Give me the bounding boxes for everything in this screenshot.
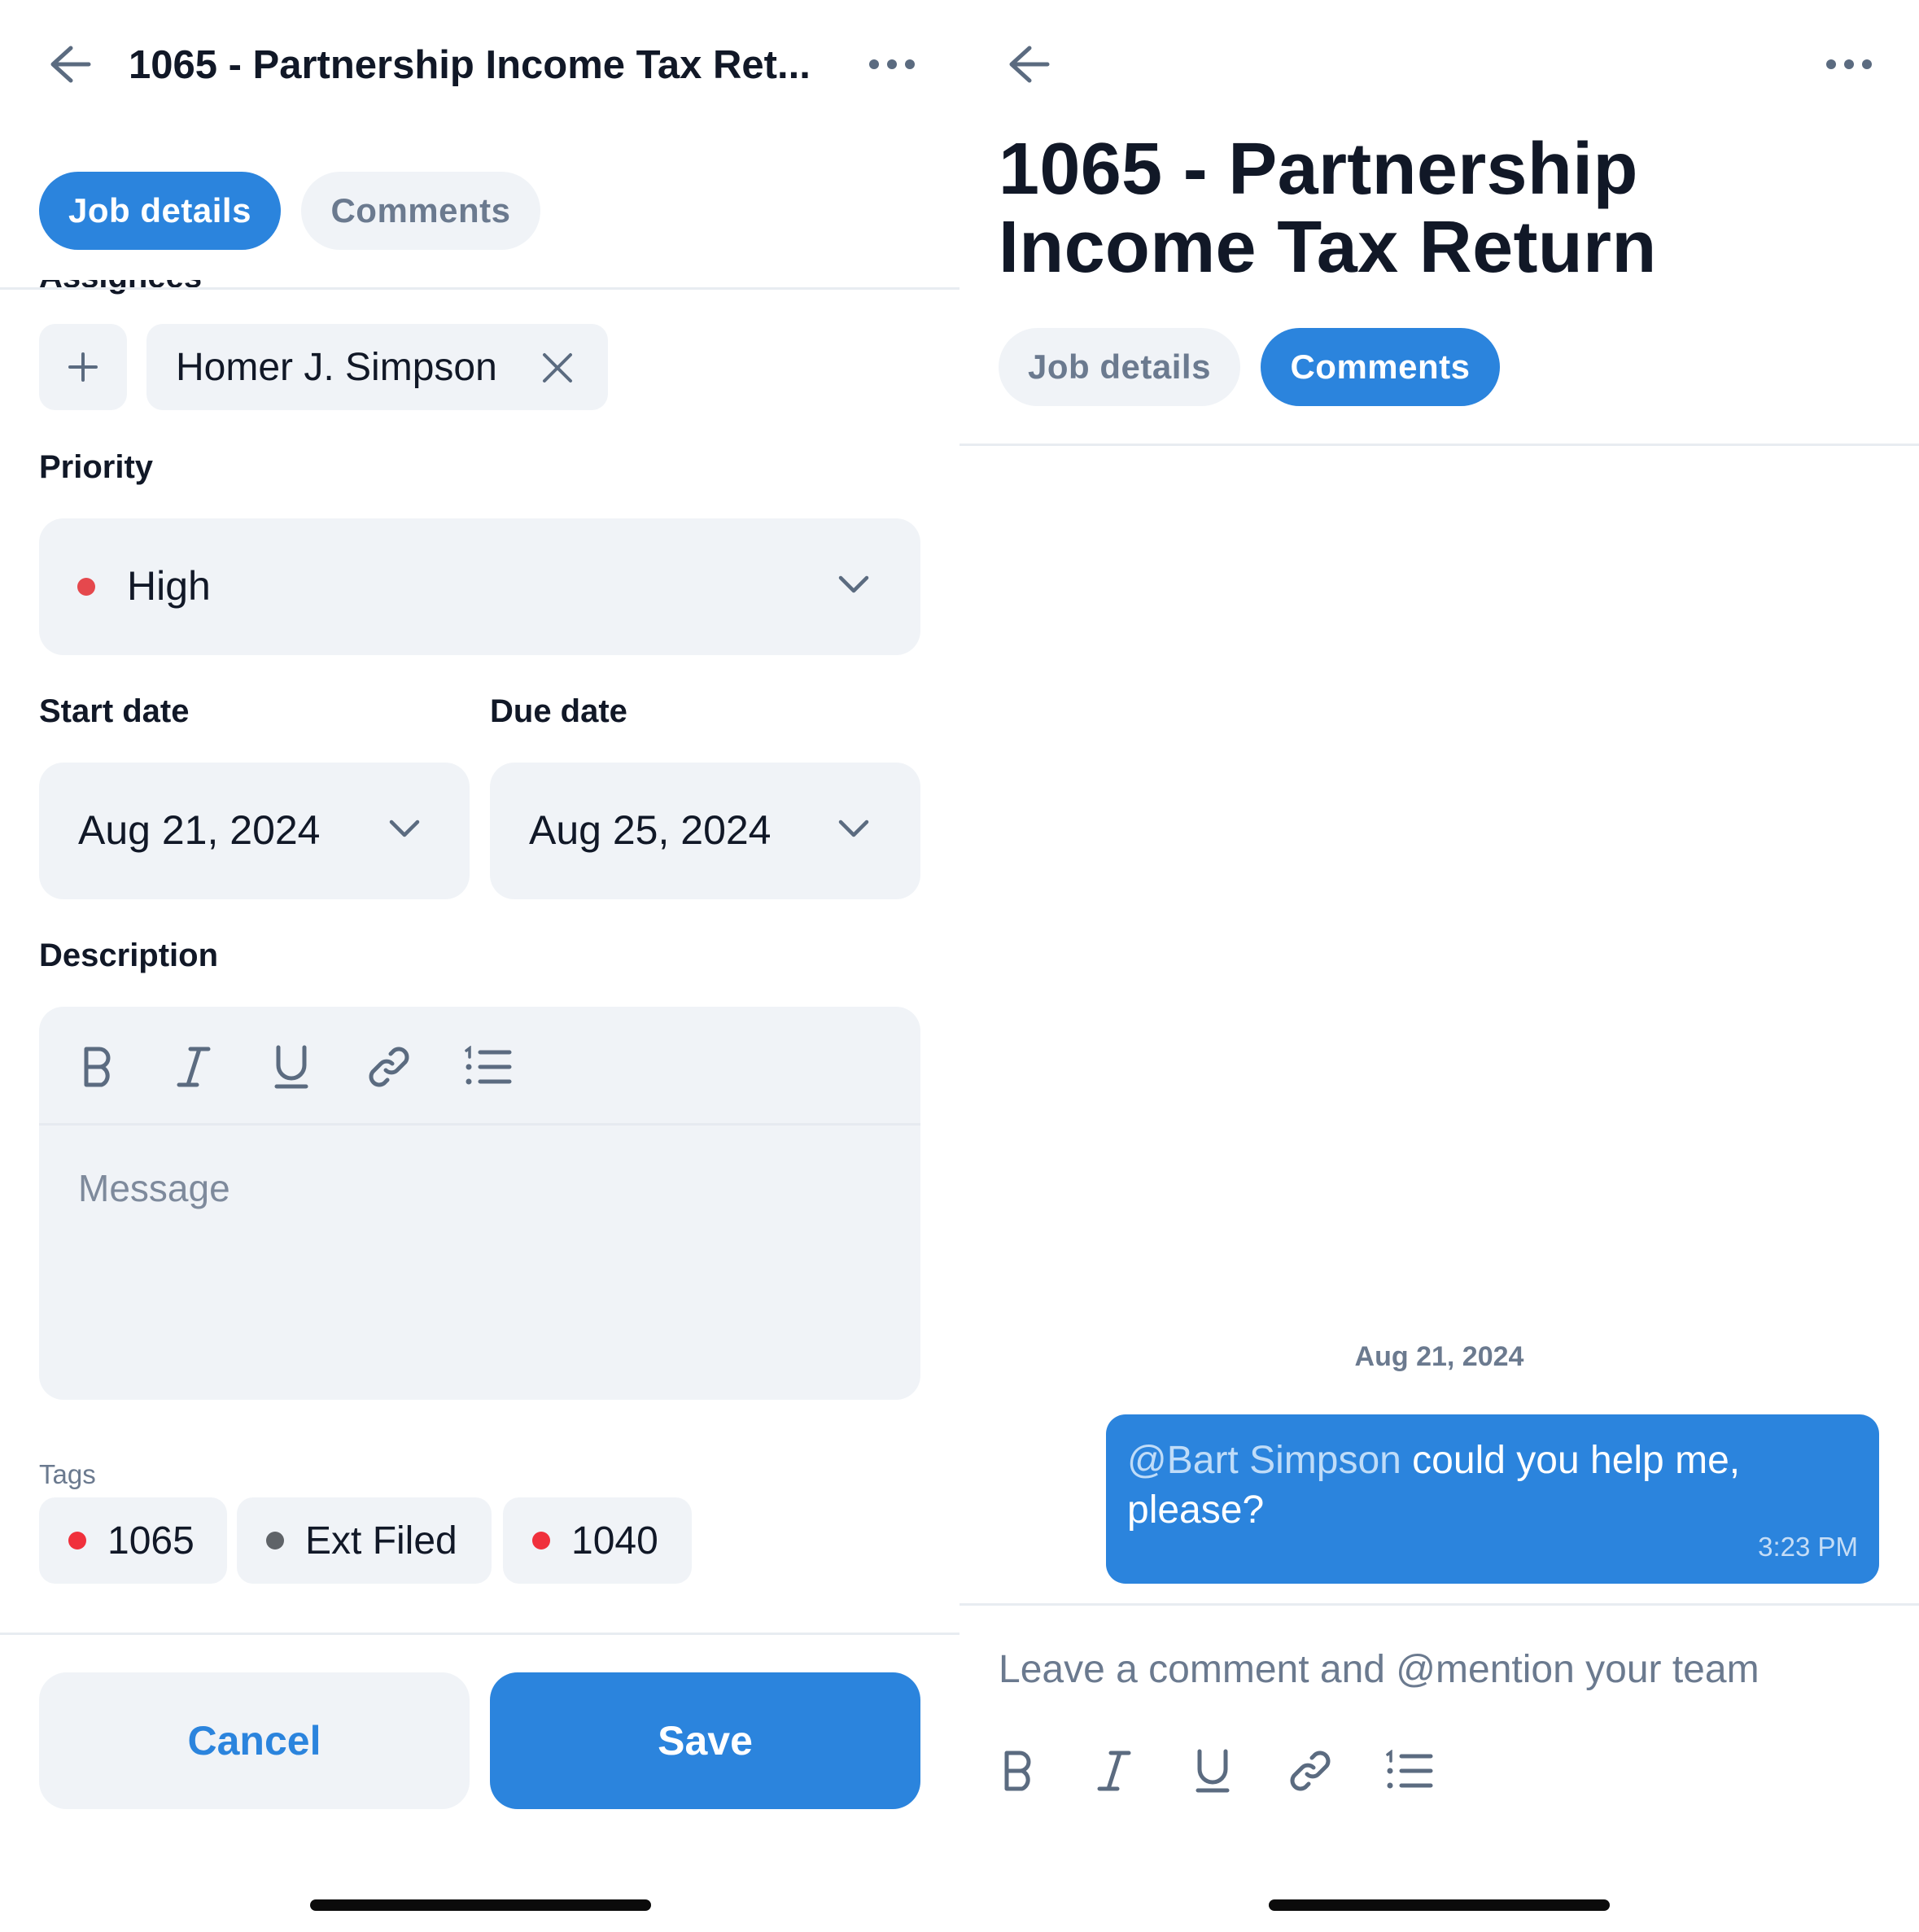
italic-icon[interactable] <box>169 1042 218 1091</box>
tab-comments[interactable]: Comments <box>301 172 540 250</box>
due-date-label: Due date <box>490 693 627 729</box>
tag-label: 1040 <box>571 1519 658 1563</box>
tag-chip[interactable]: Ext Filed <box>237 1497 492 1584</box>
back-arrow-icon[interactable] <box>41 39 98 90</box>
tag-dot <box>532 1532 550 1550</box>
assignees-label-clip: Assignees <box>0 280 960 299</box>
page-title: 1065 - Partnership Income Tax Ret... <box>129 43 811 87</box>
more-options-icon[interactable] <box>861 47 923 81</box>
comment-bubble[interactable]: @Bart Simpson could you help me, please?… <box>1106 1414 1879 1584</box>
date-separator: Aug 21, 2024 <box>1354 1341 1524 1372</box>
comment-input[interactable]: Leave a comment and @mention your team <box>999 1647 1759 1692</box>
numbered-list-icon[interactable] <box>1384 1746 1436 1795</box>
home-indicator[interactable] <box>310 1899 651 1911</box>
bold-icon[interactable] <box>73 1042 122 1091</box>
composer-divider <box>960 1603 1919 1606</box>
tag-chip[interactable]: 1065 <box>39 1497 227 1584</box>
tag-dot <box>266 1532 284 1550</box>
priority-dot <box>77 578 95 596</box>
tag-label: 1065 <box>107 1519 195 1563</box>
back-arrow-icon[interactable] <box>999 39 1056 90</box>
comment-mention[interactable]: @Bart Simpson <box>1127 1439 1401 1482</box>
priority-select[interactable]: High <box>39 518 920 655</box>
due-date-picker[interactable]: Aug 25, 2024 <box>490 763 920 899</box>
priority-label: Priority <box>39 449 154 485</box>
underline-icon[interactable] <box>267 1042 316 1091</box>
priority-value: High <box>127 563 211 609</box>
description-input[interactable]: Message <box>78 1166 230 1210</box>
description-label: Description <box>39 938 219 973</box>
assignee-name: Homer J. Simpson <box>176 345 497 389</box>
tags-label: Tags <box>39 1459 96 1489</box>
page-title: 1065 - Partnership Income Tax Return <box>999 129 1657 288</box>
home-indicator[interactable] <box>1269 1899 1610 1911</box>
chevron-down-icon <box>388 818 421 843</box>
remove-assignee-icon[interactable] <box>541 352 574 384</box>
chevron-down-icon <box>837 574 870 599</box>
tab-job-details[interactable]: Job details <box>999 328 1240 406</box>
numbered-list-icon[interactable] <box>462 1042 514 1091</box>
due-date-value: Aug 25, 2024 <box>529 807 772 853</box>
start-date-label: Start date <box>39 693 190 729</box>
description-editor: Message <box>39 1007 920 1400</box>
comments-screen: 1065 - Partnership Income Tax Return Job… <box>960 0 1919 1932</box>
tab-job-details[interactable]: Job details <box>39 172 281 250</box>
italic-icon[interactable] <box>1090 1746 1139 1795</box>
tab-comments[interactable]: Comments <box>1261 328 1500 406</box>
tag-chip[interactable]: 1040 <box>503 1497 692 1584</box>
job-details-screen: 1065 - Partnership Income Tax Ret... Job… <box>0 0 960 1932</box>
start-date-picker[interactable]: Aug 21, 2024 <box>39 763 470 899</box>
cancel-button[interactable]: Cancel <box>39 1672 470 1809</box>
save-button[interactable]: Save <box>490 1672 920 1809</box>
add-assignee-button[interactable] <box>39 324 127 410</box>
more-options-icon[interactable] <box>1818 47 1880 81</box>
bold-icon[interactable] <box>994 1746 1043 1795</box>
comment-text: @Bart Simpson could you help me, please? <box>1127 1436 1830 1535</box>
footer-divider <box>0 1633 960 1635</box>
start-date-value: Aug 21, 2024 <box>78 807 321 853</box>
header-divider <box>960 444 1919 446</box>
link-icon[interactable] <box>363 1042 415 1091</box>
underline-icon[interactable] <box>1188 1746 1237 1795</box>
link-icon[interactable] <box>1284 1746 1336 1795</box>
plus-icon <box>68 352 98 382</box>
comment-time: 3:23 PM <box>1758 1532 1858 1562</box>
header-divider <box>0 287 960 290</box>
tag-label: Ext Filed <box>305 1519 457 1563</box>
assignee-chip: Homer J. Simpson <box>146 324 608 410</box>
tag-dot <box>68 1532 86 1550</box>
chevron-down-icon <box>837 818 870 843</box>
editor-toolbar <box>39 1007 920 1126</box>
